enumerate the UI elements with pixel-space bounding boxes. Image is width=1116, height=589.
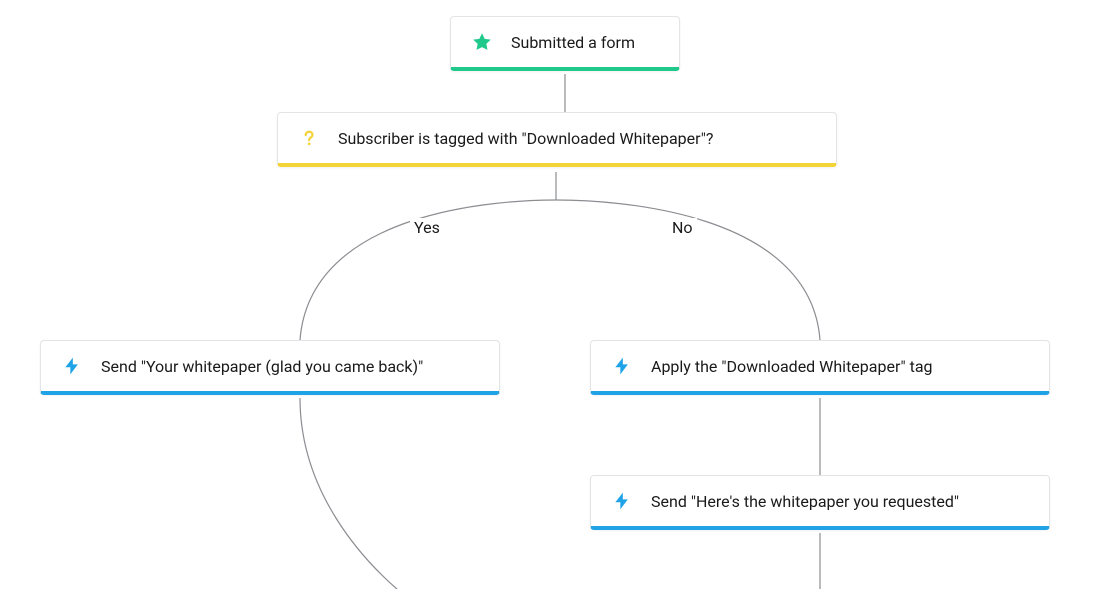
question-icon <box>298 127 320 149</box>
condition-node[interactable]: Subscriber is tagged with "Downloaded Wh… <box>277 112 837 167</box>
action-node-send-returning[interactable]: Send "Your whitepaper (glad you came bac… <box>40 340 500 395</box>
action-label: Send "Your whitepaper (glad you came bac… <box>101 357 423 376</box>
star-icon <box>471 31 493 53</box>
branch-label-no: No <box>668 218 697 237</box>
action-label: Send "Here's the whitepaper you requeste… <box>651 492 959 511</box>
trigger-label: Submitted a form <box>511 33 635 52</box>
trigger-node[interactable]: Submitted a form <box>450 16 680 71</box>
action-node-apply-tag[interactable]: Apply the "Downloaded Whitepaper" tag <box>590 340 1050 395</box>
bolt-icon <box>611 490 633 512</box>
branch-label-yes: Yes <box>410 218 444 237</box>
condition-label: Subscriber is tagged with "Downloaded Wh… <box>338 129 713 148</box>
workflow-canvas[interactable]: Submitted a form Subscriber is tagged wi… <box>0 0 1116 589</box>
action-node-send-whitepaper[interactable]: Send "Here's the whitepaper you requeste… <box>590 475 1050 530</box>
action-label: Apply the "Downloaded Whitepaper" tag <box>651 357 933 376</box>
bolt-icon <box>61 355 83 377</box>
bolt-icon <box>611 355 633 377</box>
